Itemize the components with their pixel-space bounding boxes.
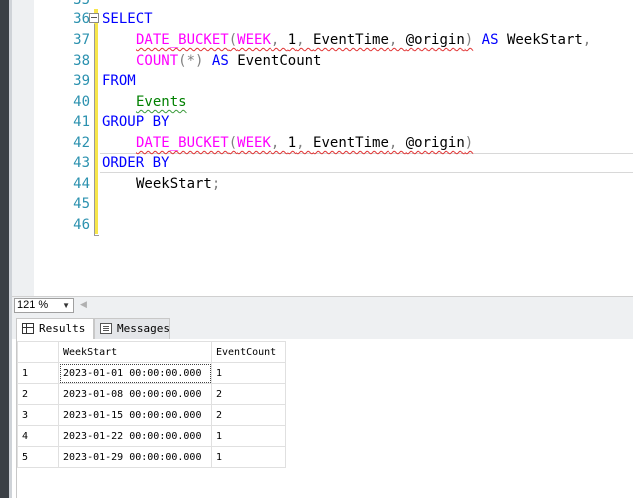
cell-eventcount[interactable]: 2 bbox=[211, 383, 286, 405]
results-grid[interactable]: WeekStart EventCount 1 2023-01-01 00:00:… bbox=[16, 339, 633, 498]
row-number[interactable]: 5 bbox=[17, 446, 59, 468]
row-number[interactable]: 2 bbox=[17, 383, 59, 405]
cell-weekstart[interactable]: 2023-01-22 00:00:00.000 bbox=[58, 425, 212, 447]
fold-guide-end bbox=[94, 235, 99, 236]
left-window-edge bbox=[0, 0, 9, 498]
code-line-44: WeekStart; bbox=[136, 176, 221, 192]
grid-icon bbox=[22, 323, 34, 334]
code-line-42: DATE_BUCKET(WEEK, 1, EventTime, @origin) bbox=[136, 135, 474, 151]
corner-cell[interactable] bbox=[17, 341, 59, 363]
row-number[interactable]: 1 bbox=[17, 362, 59, 384]
code-line-40: Events bbox=[136, 92, 187, 112]
cell-weekstart[interactable]: 2023-01-08 00:00:00.000 bbox=[58, 383, 212, 405]
cell-eventcount[interactable]: 1 bbox=[211, 362, 286, 384]
table-row[interactable]: 2 2023-01-08 00:00:00.000 2 bbox=[17, 383, 286, 405]
cell-eventcount[interactable]: 2 bbox=[211, 404, 286, 426]
cell-weekstart[interactable]: 2023-01-15 00:00:00.000 bbox=[58, 404, 212, 426]
editor-gutter bbox=[12, 0, 34, 296]
header-row: WeekStart EventCount bbox=[17, 341, 286, 363]
cell-eventcount[interactable]: 1 bbox=[211, 446, 286, 468]
chevron-down-icon[interactable]: ▼ bbox=[62, 299, 70, 312]
results-table[interactable]: WeekStart EventCount 1 2023-01-01 00:00:… bbox=[17, 341, 286, 468]
zoom-value: 121 % bbox=[17, 299, 49, 311]
line-number: 36 bbox=[73, 11, 90, 27]
table-row[interactable]: 3 2023-01-15 00:00:00.000 2 bbox=[17, 404, 286, 426]
line-number: 46 bbox=[73, 217, 90, 233]
table-row[interactable]: 5 2023-01-29 00:00:00.000 1 bbox=[17, 446, 286, 468]
results-tab-strip: Results Messages bbox=[12, 314, 633, 339]
line-number: 44 bbox=[73, 176, 90, 192]
keyword-select: SELECT bbox=[102, 11, 153, 27]
scroll-left-icon[interactable]: ◀ bbox=[80, 300, 87, 310]
line-numbers: 35 36 37 38 39 40 41 42 43 44 45 46 bbox=[34, 0, 90, 296]
tab-messages-label: Messages bbox=[117, 322, 170, 335]
table-row[interactable]: 4 2023-01-22 00:00:00.000 1 bbox=[17, 425, 286, 447]
row-number[interactable]: 3 bbox=[17, 404, 59, 426]
messages-icon bbox=[100, 323, 112, 334]
tab-results-label: Results bbox=[39, 322, 86, 335]
code-line-43: ORDER BY bbox=[102, 153, 169, 173]
function-count: COUNT bbox=[136, 53, 179, 69]
cell-weekstart[interactable]: 2023-01-01 00:00:00.000 bbox=[58, 362, 212, 384]
table-events: Events bbox=[136, 94, 187, 110]
line-number: 45 bbox=[73, 196, 90, 212]
line-number: 37 bbox=[73, 32, 90, 48]
line-number: 42 bbox=[73, 135, 90, 151]
line-number: 39 bbox=[73, 73, 90, 89]
function-date-bucket: DATE_BUCKET bbox=[136, 32, 229, 48]
code-line-38: COUNT(*) AS EventCount bbox=[136, 53, 322, 69]
code-line-41: GROUP BY bbox=[102, 112, 169, 132]
keyword-group-by: GROUP BY bbox=[102, 114, 170, 130]
line-number: 40 bbox=[73, 94, 90, 110]
line-number: 38 bbox=[73, 53, 90, 69]
line-number: 43 bbox=[73, 155, 90, 171]
fold-guide bbox=[94, 24, 95, 236]
table-row[interactable]: 1 2023-01-01 00:00:00.000 1 bbox=[17, 362, 286, 384]
zoom-bar: 121 % ▼ ◀ bbox=[12, 296, 633, 314]
collapse-icon[interactable] bbox=[89, 13, 99, 23]
keyword-from: FROM bbox=[102, 73, 136, 89]
query-editor[interactable]: 35 36 37 38 39 40 41 42 43 44 45 46 SELE… bbox=[12, 0, 633, 296]
tab-results[interactable]: Results bbox=[16, 318, 94, 339]
row-number[interactable]: 4 bbox=[17, 425, 59, 447]
column-header-weekstart[interactable]: WeekStart bbox=[58, 341, 212, 363]
code-line-37: DATE_BUCKET(WEEK, 1, EventTime, @origin)… bbox=[136, 32, 592, 48]
zoom-dropdown[interactable]: 121 % ▼ bbox=[14, 298, 74, 313]
cell-eventcount[interactable]: 1 bbox=[211, 425, 286, 447]
code-line-39: FROM bbox=[102, 71, 136, 91]
current-line-highlight bbox=[100, 153, 633, 173]
line-number: 41 bbox=[73, 114, 90, 130]
cell-weekstart[interactable]: 2023-01-29 00:00:00.000 bbox=[58, 446, 212, 468]
tab-messages[interactable]: Messages bbox=[94, 318, 170, 339]
column-header-eventcount[interactable]: EventCount bbox=[211, 341, 286, 363]
keyword-order-by: ORDER BY bbox=[102, 155, 170, 171]
code-line-36: SELECT bbox=[102, 9, 153, 29]
